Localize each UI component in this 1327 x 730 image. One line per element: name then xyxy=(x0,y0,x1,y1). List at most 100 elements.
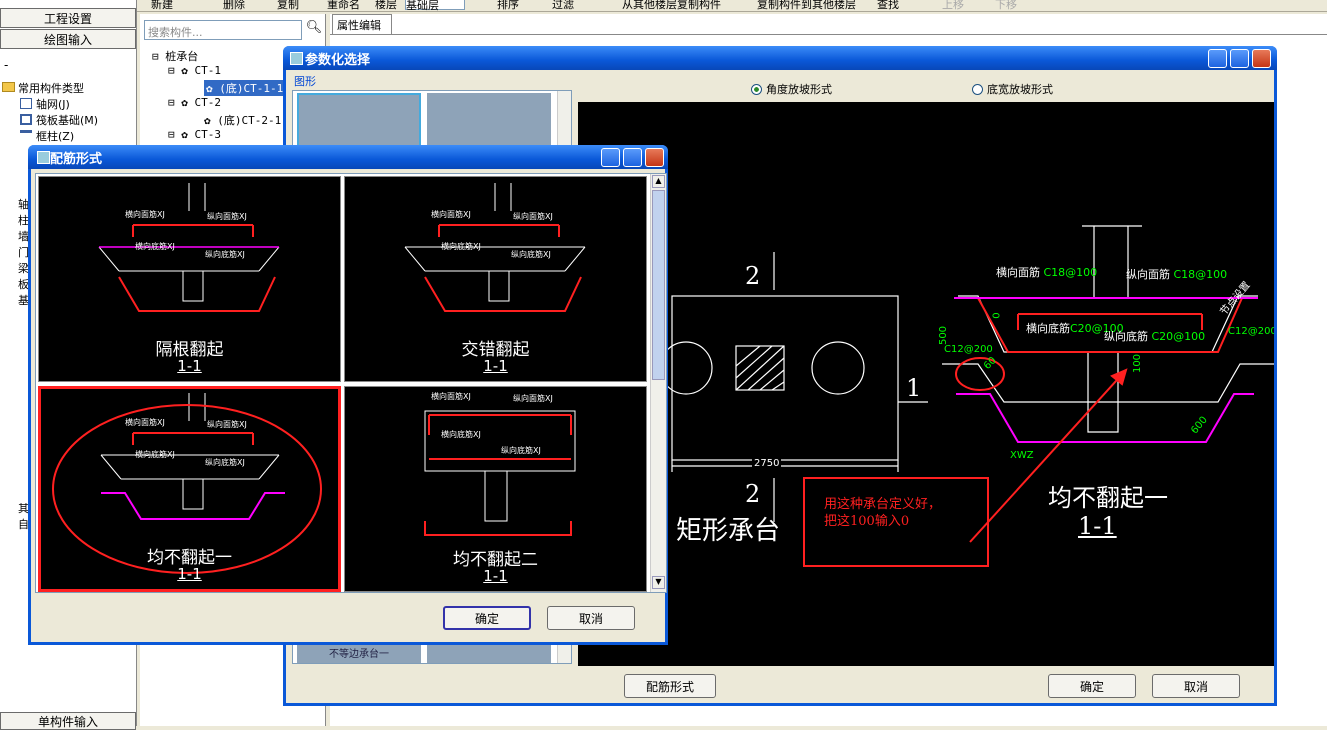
tree-root-pilecap[interactable]: ⊟ 桩承台 xyxy=(152,48,198,64)
mini-label-vtop: 纵向面筋XJ xyxy=(207,212,247,221)
rebar-cancel-button[interactable]: 取消 xyxy=(547,606,635,630)
maximize-button[interactable] xyxy=(623,148,642,167)
rebar-magenta-bottom xyxy=(956,393,1254,443)
delete-button[interactable]: 删除 xyxy=(223,0,245,11)
mini-label-htop: 横向面筋XJ xyxy=(431,210,471,219)
rebar-option-2[interactable]: 横向面筋XJ 纵向面筋XJ 横向底筋XJ 纵向底筋XJ 交错翻起 1-1 xyxy=(344,176,647,382)
radio-unchecked-icon xyxy=(972,83,983,95)
rebar-option-4[interactable]: 横向面筋XJ 纵向面筋XJ 横向底筋XJ 纵向底筋XJ 均不翻起二 1-1 xyxy=(344,386,647,592)
copy-button[interactable]: 复制 xyxy=(277,0,299,11)
tree-node-ct1[interactable]: ⊟ ✿ CT-1 xyxy=(168,64,221,77)
tab-divider xyxy=(330,34,1327,35)
mini-label-htop: 横向面筋XJ xyxy=(431,392,471,401)
mini-label-vtop: 纵向面筋XJ xyxy=(513,394,553,403)
minimize-button[interactable] xyxy=(601,148,620,167)
label-v-top: 纵向面筋 C18@100 xyxy=(1126,266,1227,282)
section-title: 均不翻起一 xyxy=(1048,484,1168,512)
mini-label-hbot: 横向底筋XJ xyxy=(135,450,175,459)
tree-node-ct3[interactable]: ⊟ ✿ CT-3 xyxy=(168,128,221,141)
project-settings-button[interactable]: 工程设置 xyxy=(0,8,136,28)
floor-select[interactable]: 基础层 xyxy=(405,0,465,11)
tree-node-label: CT-2 xyxy=(194,96,222,109)
sidebar-item-raft[interactable]: 筏板基础(M) xyxy=(36,112,98,128)
sidebar-item-axis[interactable]: 轴网(J) xyxy=(36,96,70,112)
column-section xyxy=(1093,226,1129,298)
close-button[interactable] xyxy=(1252,49,1271,68)
label-v-bot-val: C20@100 xyxy=(1151,330,1206,343)
label-h-top: 横向面筋 C18@100 xyxy=(996,264,1097,280)
types-header[interactable]: 常用构件类型 xyxy=(18,80,84,96)
label-v-top-val: C18@100 xyxy=(1173,268,1228,281)
copy-from-floor-button[interactable]: 从其他楼层复制构件 xyxy=(622,0,721,11)
collapse-icon[interactable]: - xyxy=(4,58,8,72)
cad-drawing xyxy=(659,225,1274,567)
rebar-option-1[interactable]: 横向面筋XJ 纵向面筋XJ 横向底筋XJ 纵向底筋XJ 隔根翻起 1-1 xyxy=(38,176,341,382)
rebar-option-list: 横向面筋XJ 纵向面筋XJ 横向底筋XJ 纵向底筋XJ 隔根翻起 1-1 横向面… xyxy=(35,173,667,593)
section-sub: 1-1 xyxy=(1078,512,1117,540)
param-ok-button[interactable]: 确定 xyxy=(1048,674,1136,698)
param-dialog-titlebar[interactable]: 参数化选择 xyxy=(283,46,1277,70)
close-button[interactable] xyxy=(645,148,664,167)
rebar-ok-button[interactable]: 确定 xyxy=(443,606,531,630)
draw-input-button[interactable]: 绘图输入 xyxy=(0,29,136,49)
app-icon xyxy=(290,52,303,65)
radio-angle-label: 角度放坡形式 xyxy=(766,83,832,96)
radio-width-slope[interactable]: 底宽放坡形式 xyxy=(972,81,1053,97)
scroll-down-icon[interactable]: ▼ xyxy=(652,576,665,589)
mini-label-htop: 横向面筋XJ xyxy=(125,210,165,219)
mini-label-vbot: 纵向底筋XJ xyxy=(205,458,245,467)
rebar-option-3-sub: 1-1 xyxy=(177,565,202,583)
maximize-button[interactable] xyxy=(1230,49,1249,68)
tree-node-label: (底)CT-1-1 xyxy=(219,82,284,95)
rebar-form-button[interactable]: 配筋形式 xyxy=(624,674,716,698)
dim-width-label: 2750 xyxy=(752,458,782,469)
label-v-bot: 纵向底筋 C20@100 xyxy=(1104,328,1205,344)
column-icon xyxy=(20,130,32,141)
search-input[interactable]: 搜索构件... xyxy=(144,20,302,40)
radio-angle-slope[interactable]: 角度放坡形式 xyxy=(751,81,832,97)
rebar-option-4-sub: 1-1 xyxy=(483,567,508,585)
mini-label-hbot: 横向底筋XJ xyxy=(441,242,481,251)
move-down-button[interactable]: 下移 xyxy=(995,0,1017,11)
sort-button[interactable]: 排序 xyxy=(497,0,519,11)
scroll-thumb[interactable] xyxy=(652,190,665,380)
main-toolbar: 新建 删除 复制 重命名 楼层 基础层 排序 过滤 从其他楼层复制构件 复制构件… xyxy=(137,0,1327,12)
search-icon[interactable]: 🔍︎ xyxy=(304,20,324,40)
rebar-option-3-selected[interactable]: 横向面筋XJ 纵向面筋XJ 横向底筋XJ 纵向底筋XJ 均不翻起一 1-1 xyxy=(38,386,341,592)
param-cancel-button[interactable]: 取消 xyxy=(1152,674,1240,698)
shape-group-label: 图形 xyxy=(294,75,316,88)
find-button[interactable]: 查找 xyxy=(877,0,899,11)
rename-button[interactable]: 重命名 xyxy=(327,0,360,11)
plan-rect xyxy=(671,295,899,461)
cad-preview[interactable]: 2 2 1 2750 矩形承台 均不翻起一 1-1 横向面筋 C18@100 纵… xyxy=(578,102,1274,666)
tree-node-ct2[interactable]: ⊟ ✿ CT-2 xyxy=(168,96,221,109)
label-v-bot-text: 纵向底筋 xyxy=(1104,330,1148,343)
folder-icon xyxy=(2,82,15,92)
copy-to-floor-button[interactable]: 复制构件到其他楼层 xyxy=(757,0,856,11)
rebar-dialog-titlebar[interactable]: 配筋形式 xyxy=(28,145,668,169)
tree-node-label: CT-1 xyxy=(194,64,222,77)
mini-label-hbot: 横向底筋XJ xyxy=(441,430,481,439)
label-v-top-text: 纵向面筋 xyxy=(1126,268,1170,281)
tab-properties[interactable]: 属性编辑 xyxy=(332,14,392,34)
mini-label-vtop: 纵向面筋XJ xyxy=(513,212,553,221)
tree-node-ct1-1[interactable]: ✿ (底)CT-1-1 xyxy=(204,80,286,96)
plan-label-right: 1 xyxy=(906,374,922,402)
label-100: 100 xyxy=(1132,353,1144,374)
move-up-button[interactable]: 上移 xyxy=(942,0,964,11)
filter-button[interactable]: 过滤 xyxy=(552,0,574,11)
scroll-up-icon[interactable]: ▲ xyxy=(652,175,665,188)
rebar-dialog: 配筋形式 横向面筋XJ 纵向面筋XJ 横向底筋XJ 纵向底筋XJ 隔根翻起 1-… xyxy=(28,145,668,645)
radio-width-label: 底宽放坡形式 xyxy=(987,83,1053,96)
rebar-scrollbar[interactable]: ▲ ▼ xyxy=(650,174,666,592)
tree-node-ct2-1[interactable]: ✿ (底)CT-2-1 xyxy=(204,112,281,128)
new-button[interactable]: 新建 xyxy=(151,0,173,11)
minimize-button[interactable] xyxy=(1208,49,1227,68)
grid-icon xyxy=(20,98,32,109)
rebar-dialog-title: 配筋形式 xyxy=(50,151,103,167)
mini-label-vbot: 纵向底筋XJ xyxy=(511,250,551,259)
sidebar-item-column[interactable]: 框柱(Z) xyxy=(36,128,74,144)
single-input-button[interactable]: 单构件输入 xyxy=(0,712,136,730)
label-side-right: C12@200 xyxy=(1228,326,1274,337)
tree-root-label: 桩承台 xyxy=(165,50,199,63)
